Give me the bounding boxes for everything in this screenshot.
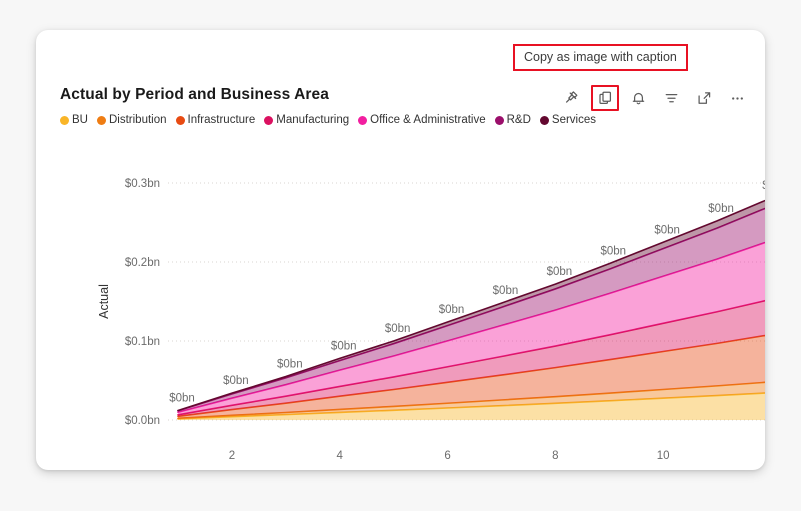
legend-color-dot — [264, 115, 274, 125]
y-axis-title: Actual — [97, 284, 111, 319]
legend-item-label: Manufacturing — [276, 114, 350, 126]
legend-color-dot — [494, 115, 504, 125]
legend-item[interactable]: Distribution — [96, 114, 167, 126]
legend-item[interactable]: Manufacturing — [264, 114, 349, 126]
legend-item-label: Infrastructure — [187, 114, 256, 126]
tooltip-text: Copy as image with caption — [524, 50, 677, 64]
legend-item[interactable]: Infrastructure — [175, 114, 256, 126]
legend-item-label: Services — [551, 114, 597, 126]
stacked-area-chart: $0.0bn $0.1bn $0.2bn $0.3bn $0bn $0bn $0bn $0bn… — [97, 178, 765, 462]
legend-item[interactable]: Office & Administrative — [358, 114, 486, 126]
legend-item-label: BU — [72, 114, 88, 126]
focus-mode-icon[interactable] — [694, 88, 714, 108]
data-point-label: $0bn — [439, 304, 465, 316]
x-axis-tick-label: 8 — [552, 450, 558, 462]
data-point-label: $0bn — [385, 323, 411, 335]
screenshot-root: Actual by Period and Business Area BU Dis… — [0, 0, 801, 511]
data-point-label: $0bn — [654, 224, 680, 236]
legend-item-label: Distribution — [108, 114, 167, 126]
chart-area: $0.0bn $0.1bn $0.2bn $0.3bn $0bn $0bn $0bn $0bn… — [36, 140, 765, 470]
y-axis-tick-label: $0.1bn — [125, 336, 160, 348]
data-point-label: $0bn — [223, 375, 249, 387]
data-point-label: $0bn — [169, 393, 195, 405]
data-point-label: $0bn — [277, 359, 303, 371]
x-axis-tick-label: 6 — [444, 450, 450, 462]
x-axis-tick-label: 2 — [229, 450, 235, 462]
filter-icon[interactable] — [661, 88, 681, 108]
legend-color-dot — [60, 115, 69, 125]
legend-item-label: R&D — [506, 114, 531, 126]
y-axis-tick-label: $0.0bn — [125, 415, 160, 427]
chart-legend: BU Distribution Infrastructure Manufacturin… — [60, 114, 605, 126]
data-point-label: $0bn — [708, 203, 734, 215]
legend-item[interactable]: R&D — [494, 114, 531, 126]
visual-card: Actual by Period and Business Area BU Dis… — [36, 30, 765, 470]
data-point-label: $0bn — [331, 340, 357, 352]
data-point-label: $0bn — [493, 285, 519, 297]
legend-color-dot — [358, 115, 368, 125]
tooltip-arrow — [597, 72, 619, 84]
legend-item-label: Office & Administrative — [370, 114, 486, 126]
legend-item[interactable]: Services — [539, 114, 597, 126]
page-title: Actual by Period and Business Area — [60, 86, 329, 103]
y-axis-tick-label: $0.2bn — [125, 257, 160, 269]
alert-bell-icon[interactable] — [628, 88, 648, 108]
pin-icon[interactable] — [562, 88, 582, 108]
legend-color-dot — [175, 115, 185, 125]
data-point-label: $0bn — [547, 266, 573, 278]
more-options-icon[interactable] — [727, 88, 747, 108]
copy-icon[interactable] — [591, 85, 619, 111]
x-axis-tick-label: 4 — [337, 450, 344, 462]
x-axis-tick-label: 10 — [657, 450, 670, 462]
visual-header-toolbar — [562, 85, 747, 111]
data-point-label: $0bn — [600, 246, 626, 258]
legend-color-dot — [539, 115, 549, 125]
legend-color-dot — [96, 115, 106, 125]
data-point-label: $0bn — [762, 180, 765, 192]
legend-item[interactable]: BU — [60, 114, 88, 126]
y-axis-tick-label: $0.3bn — [125, 178, 160, 190]
tooltip-callout: Copy as image with caption — [513, 44, 688, 71]
